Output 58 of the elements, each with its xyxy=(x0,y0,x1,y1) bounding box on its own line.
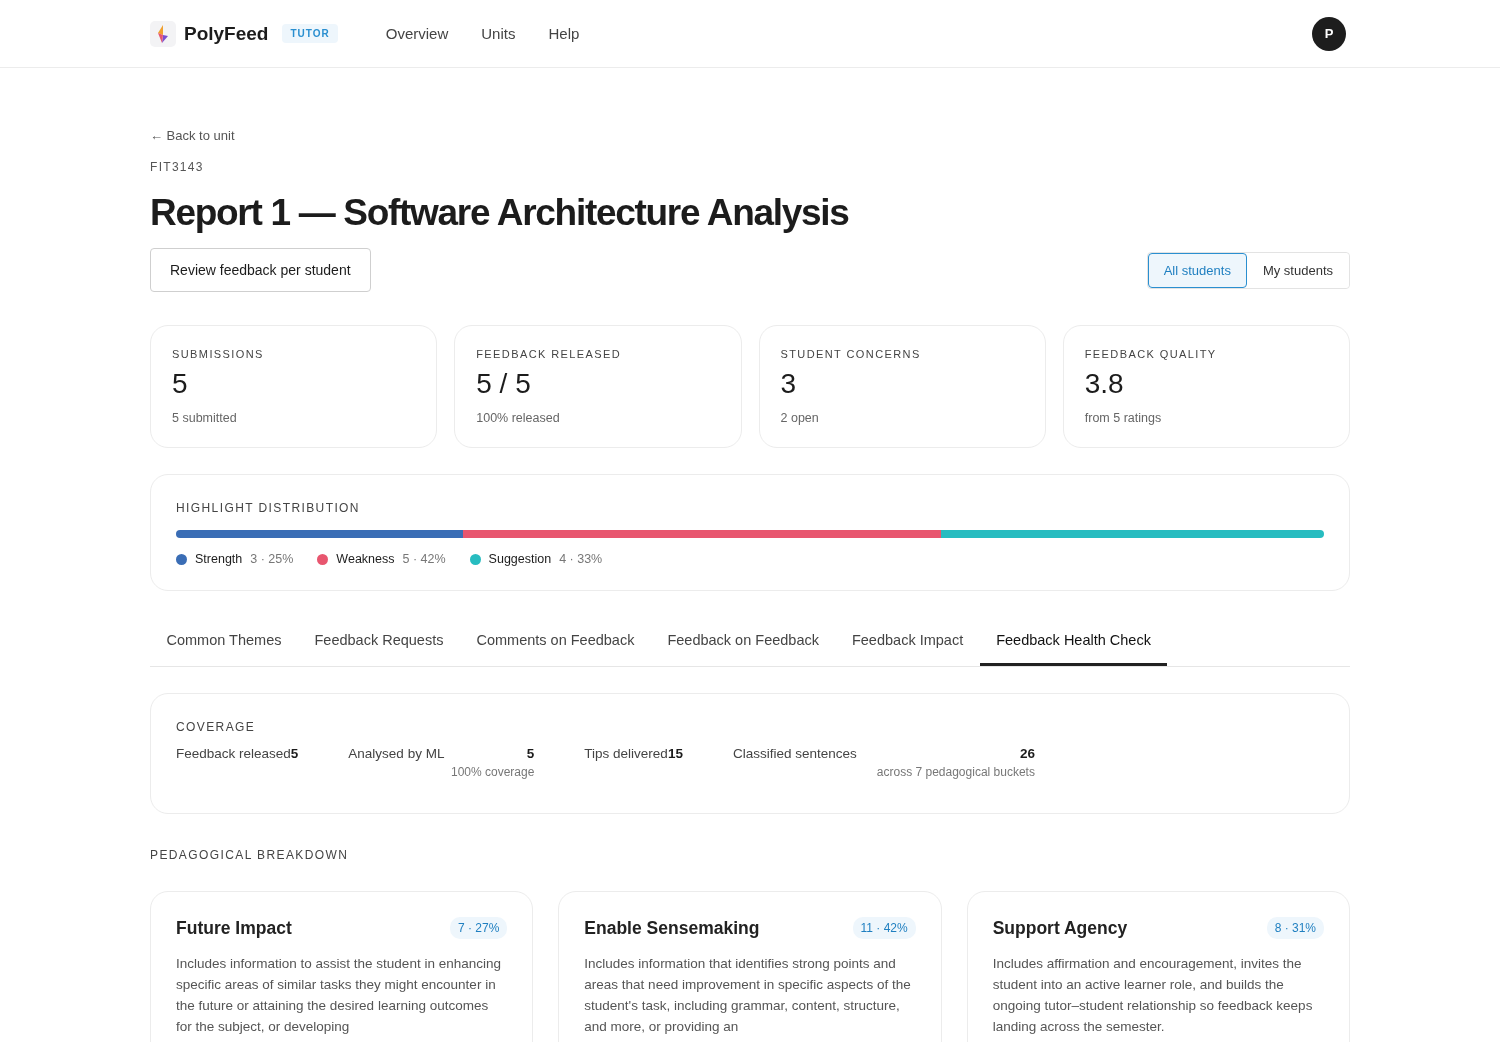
metric-label: Tips delivered xyxy=(584,746,668,761)
stat-caption: from 5 ratings xyxy=(1084,411,1163,425)
tab[interactable]: Comments on Feedback xyxy=(459,617,651,666)
nav-link[interactable]: Overview xyxy=(385,25,449,42)
metric-value: 26 xyxy=(1019,746,1035,761)
legend-label: Suggestion xyxy=(488,552,552,566)
scope-option[interactable]: All students xyxy=(1147,252,1247,288)
nav-link[interactable]: Units xyxy=(481,25,516,42)
category-title: Future Impact xyxy=(176,917,292,939)
metric-value: 5 xyxy=(290,746,299,761)
count-badge: 11 · 42% xyxy=(852,917,916,939)
metric-caption: 100% coverage xyxy=(449,765,535,779)
tab[interactable]: Feedback Health Check xyxy=(979,617,1168,666)
review-feedback-button[interactable]: Review feedback per student xyxy=(150,248,371,292)
tab[interactable]: Common Themes xyxy=(150,617,298,666)
stat-value: 5 / 5 xyxy=(476,368,532,400)
section-title: PEDAGOGICAL BREAKDOWN xyxy=(150,848,350,862)
category-title: Support Agency xyxy=(992,917,1128,939)
brand-name: PolyFeed xyxy=(184,22,269,45)
panel-title: COVERAGE xyxy=(176,720,257,734)
page-title: Report 1 — Software Architecture Analysis xyxy=(150,192,850,234)
tab[interactable]: Feedback on Feedback xyxy=(650,617,836,666)
metric-caption: across 7 pedagogical buckets xyxy=(875,765,1035,779)
role-badge: TUTOR xyxy=(282,24,338,43)
stat-value: 3.8 xyxy=(1084,368,1125,400)
stat-value: 5 xyxy=(172,368,189,400)
metric-value: 15 xyxy=(667,746,683,761)
unit-code: FIT3143 xyxy=(150,160,205,174)
metric-label: Analysed by ML xyxy=(348,746,446,761)
legend-label: Weakness xyxy=(336,552,395,566)
logo-icon xyxy=(150,20,176,47)
metric-value: 5 xyxy=(526,746,535,761)
legend-count: 4 · 33% xyxy=(559,552,603,566)
metric-label: Classified sentences xyxy=(732,746,858,761)
legend-count: 5 · 42% xyxy=(402,552,446,566)
category-title: Enable Sensemaking xyxy=(584,917,760,939)
legend-count: 3 · 25% xyxy=(250,552,294,566)
metric-label: Feedback released xyxy=(176,746,291,761)
stat-caption: 2 open xyxy=(780,411,820,425)
stat-caption: 100% released xyxy=(476,411,561,425)
stat-label: FEEDBACK QUALITY xyxy=(1084,348,1218,360)
count-badge: 8 · 31% xyxy=(1266,917,1324,939)
nav-link[interactable]: Help xyxy=(548,25,580,42)
stat-caption: 5 submitted xyxy=(172,411,238,425)
category-description: Includes information to assist the student in enhancing specific areas of similar tasks they might encounter in the future or attaining the desired learning outcomes for the subject, or developing xyxy=(176,955,502,1036)
legend-label: Strength xyxy=(195,552,243,566)
stat-label: STUDENT CONCERNS xyxy=(780,348,922,360)
panel-title: HIGHLIGHT DISTRIBUTION xyxy=(176,501,361,515)
category-description: Includes information that identifies strong points and areas that need improvement in specific aspects of the student's task, including grammar, content, structure, and more, or providing an xyxy=(584,955,912,1036)
tab[interactable]: Feedback Requests xyxy=(297,617,460,666)
tab[interactable]: Feedback Impact xyxy=(835,617,980,666)
category-description: Includes affirmation and encouragement, invites the student into an active learner role, and builds the ongoing tutor–student relationship so feedback keeps landing across the semester. xyxy=(992,955,1314,1036)
stat-label: SUBMISSIONS xyxy=(172,348,265,360)
stat-value: 3 xyxy=(780,368,798,400)
count-badge: 7 · 27% xyxy=(449,917,508,939)
user-avatar[interactable]: P xyxy=(1312,16,1346,51)
stat-label: FEEDBACK RELEASED xyxy=(476,348,623,360)
back-link[interactable]: ← Back to unit xyxy=(150,128,235,143)
